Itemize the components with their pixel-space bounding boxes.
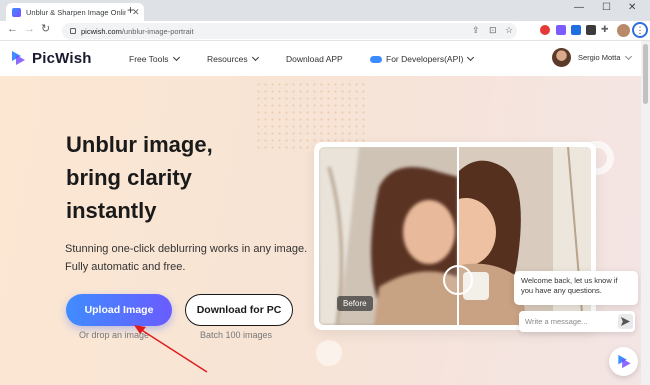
chat-welcome-message: Welcome back, let us know if you have an… <box>514 271 638 305</box>
decorative-dots <box>255 81 365 151</box>
nav-free-tools-label: Free Tools <box>129 54 169 64</box>
picwish-logo[interactable]: PicWish <box>10 49 92 67</box>
hero-section: Unblur image, bring clarity instantly St… <box>0 76 641 385</box>
nav-resources-label: Resources <box>207 54 248 64</box>
window-close-button[interactable]: ✕ <box>628 3 636 13</box>
extensions-puzzle-icon[interactable]: ✚ <box>601 25 609 34</box>
browser-toolbar: ← → ↻ picwish.com/unblur-image-portrait … <box>0 21 650 41</box>
logo-text: PicWish <box>32 49 92 67</box>
window-minimize-button[interactable]: — <box>574 3 584 13</box>
chevron-down-icon <box>467 53 475 62</box>
user-menu[interactable]: Sergio Motta <box>578 52 632 62</box>
picwish-logo-icon <box>10 49 26 67</box>
headline-line-2: bring clarity <box>66 165 192 190</box>
nav-download-app-label: Download APP <box>286 54 343 64</box>
hero-headline: Unblur image, bring clarity instantly <box>66 128 213 227</box>
comparison-slider-handle[interactable] <box>443 265 473 295</box>
forward-arrow-icon[interactable]: → <box>24 24 35 35</box>
upload-image-button[interactable]: Upload Image <box>66 294 172 326</box>
tab-title: Unblur & Sharpen Image Online <box>26 7 126 17</box>
picwish-favicon-icon <box>12 7 21 17</box>
page-scrollbar[interactable] <box>641 41 650 385</box>
back-arrow-icon[interactable]: ← <box>7 24 18 35</box>
picwish-chat-icon <box>617 354 631 369</box>
chat-launcher-button[interactable] <box>609 347 638 376</box>
chevron-down-icon <box>172 53 180 62</box>
scrollbar-thumb[interactable] <box>643 44 648 104</box>
share-icon[interactable]: ⇪ <box>472 26 480 35</box>
browser-menu-icon[interactable]: ⋮ <box>632 22 648 38</box>
chat-message-input[interactable] <box>525 317 613 326</box>
cloud-icon <box>370 55 382 63</box>
headline-line-1: Unblur image, <box>66 132 213 157</box>
nav-free-tools[interactable]: Free Tools <box>129 53 180 64</box>
address-bar[interactable]: picwish.com/unblur-image-portrait ⇪ ⊡ ☆ <box>62 23 517 39</box>
decorative-circle <box>316 340 342 366</box>
bookmark-star-icon[interactable]: ☆ <box>505 26 513 35</box>
url-text: picwish.com/unblur-image-portrait <box>81 26 194 36</box>
user-name: Sergio Motta <box>578 53 621 62</box>
nav-developers-label: For Developers(API) <box>386 54 464 64</box>
translate-icon[interactable]: ⊡ <box>489 26 497 35</box>
upload-hint: Or drop an image <box>79 330 150 340</box>
chevron-down-icon <box>624 52 632 60</box>
download-hint: Batch 100 images <box>200 330 273 340</box>
extension-red-icon[interactable] <box>540 25 550 35</box>
browser-titlebar: Unblur & Sharpen Image Online ✕ + — ☐ ✕ <box>0 0 650 21</box>
user-avatar[interactable] <box>552 48 571 67</box>
chevron-down-icon <box>251 53 259 62</box>
reload-icon[interactable]: ↻ <box>41 24 50 35</box>
browser-profile-avatar[interactable] <box>617 24 630 37</box>
nav-download-app[interactable]: Download APP <box>286 54 343 64</box>
download-for-pc-button[interactable]: Download for PC <box>185 294 293 326</box>
send-icon[interactable] <box>618 314 633 329</box>
extension-purple-icon[interactable] <box>556 25 566 35</box>
before-label: Before <box>337 296 373 311</box>
nav-resources[interactable]: Resources <box>207 53 259 64</box>
lock-icon <box>70 28 76 34</box>
extension-blue-icon[interactable] <box>571 25 581 35</box>
nav-developers[interactable]: For Developers(API) <box>370 53 475 64</box>
comparison-divider[interactable] <box>457 147 459 325</box>
headline-line-3: instantly <box>66 198 157 223</box>
window-maximize-button[interactable]: ☐ <box>602 3 611 13</box>
extension-dark-icon[interactable] <box>586 25 596 35</box>
site-header: PicWish Free Tools Resources Download AP… <box>0 41 641 76</box>
chat-input-box[interactable] <box>519 311 635 332</box>
browser-tab[interactable]: Unblur & Sharpen Image Online ✕ <box>6 3 144 21</box>
new-tab-button[interactable]: + <box>127 4 134 16</box>
hero-subtitle: Stunning one-click deblurring works in a… <box>65 243 308 273</box>
